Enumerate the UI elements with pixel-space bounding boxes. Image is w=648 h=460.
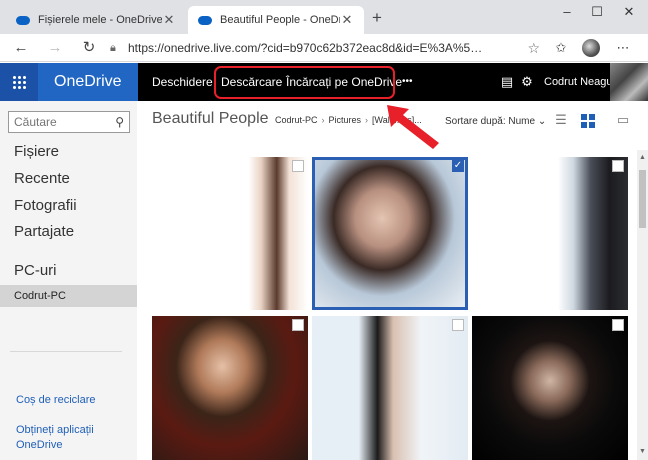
select-checkbox[interactable] (612, 319, 624, 331)
chat-icon[interactable]: ▤ (499, 74, 515, 90)
gear-icon[interactable]: ⚙ (519, 74, 535, 90)
onedrive-brand[interactable]: OneDrive (38, 63, 138, 101)
profile-avatar[interactable] (582, 39, 600, 57)
user-name[interactable]: Codrut Neagu (544, 63, 613, 101)
photo-thumbnail[interactable] (472, 157, 628, 310)
favorites-icon[interactable]: ✩ (552, 39, 570, 57)
sidebar-item-photos[interactable]: Fotografii (14, 197, 77, 214)
sidebar-item-files[interactable]: Fișiere (14, 143, 59, 160)
annotation-arrow-icon (387, 105, 439, 149)
refresh-icon[interactable]: ↻ (78, 37, 100, 59)
checkmark-icon[interactable]: ✓ (452, 160, 464, 172)
user-avatar[interactable] (610, 63, 648, 101)
tab-my-files[interactable]: Fișierele mele - OneDrive ✕ (6, 6, 186, 34)
scrollbar-thumb[interactable] (639, 170, 646, 228)
favorite-star-icon[interactable]: ☆ (520, 40, 540, 57)
photo-thumbnail[interactable] (472, 316, 628, 460)
address-bar-row: ← → ↻ 🔒︎ https://onedrive.live.com/?cid=… (0, 34, 648, 62)
photo-thumbnail[interactable] (152, 157, 308, 310)
photo-thumbnail[interactable] (312, 316, 468, 460)
close-icon[interactable]: ✕ (340, 12, 354, 28)
search-input[interactable] (14, 115, 116, 129)
open-button[interactable]: Deschidere (152, 63, 213, 101)
tab-title: Beautiful People - OneDrive (220, 14, 340, 26)
chevron-right-icon: › (321, 115, 325, 125)
sidebar-item-recent[interactable]: Recente (14, 170, 70, 187)
photo-thumbnail[interactable] (152, 316, 308, 460)
main-content: Beautiful People Codrut-PC›Pictures›[Wal… (137, 101, 648, 460)
app-launcher-icon[interactable] (0, 63, 38, 101)
list-view-icon[interactable]: ☰ (551, 110, 571, 130)
sidebar-divider (10, 351, 122, 352)
select-checkbox[interactable] (612, 160, 624, 172)
select-checkbox[interactable] (292, 319, 304, 331)
sort-label: Sortare după: Nume (445, 116, 536, 127)
maximize-button[interactable]: ☐ (582, 4, 612, 20)
sidebar-item-shared[interactable]: Partajate (14, 223, 74, 240)
new-tab-button[interactable]: + (372, 8, 382, 28)
get-apps-link[interactable]: Obțineți aplicații (16, 423, 94, 437)
close-icon[interactable]: ✕ (162, 12, 176, 28)
page-title: Beautiful People (152, 110, 269, 127)
lock-icon: 🔒︎ (110, 41, 116, 54)
back-arrow-icon[interactable]: ← (10, 37, 32, 59)
search-icon[interactable]: ⚲ (115, 115, 124, 129)
more-menu-icon[interactable]: ⋯ (614, 39, 632, 57)
close-window-button[interactable]: ✕ (614, 4, 644, 20)
scroll-up-icon[interactable]: ▲ (637, 152, 648, 163)
tab-beautiful-people[interactable]: Beautiful People - OneDrive ✕ (188, 6, 364, 34)
url-text: https://onedrive.live.com/?cid=b970c62b3… (128, 41, 483, 55)
more-commands-button[interactable]: ••• (402, 63, 413, 101)
chevron-right-icon: › (365, 115, 369, 125)
onedrive-cloud-icon (198, 15, 212, 25)
get-apps-link-line2[interactable]: OneDrive (16, 438, 62, 452)
breadcrumb-item[interactable]: Pictures (329, 115, 362, 125)
tiles-view-icon[interactable] (578, 110, 598, 130)
recycle-bin-link[interactable]: Coș de reciclare (16, 393, 95, 407)
sidebar: ⚲ Fișiere Recente Fotografii Partajate P… (0, 101, 137, 460)
breadcrumb-item[interactable]: Codrut-PC (275, 115, 318, 125)
search-box[interactable]: ⚲ (8, 111, 130, 133)
photo-thumbnail-selected[interactable]: ✓ (312, 157, 468, 310)
forward-arrow-icon[interactable]: → (44, 37, 66, 59)
url-field[interactable]: 🔒︎ https://onedrive.live.com/?cid=b970c6… (110, 37, 540, 59)
chevron-down-icon: ⌄ (537, 116, 547, 127)
onedrive-cloud-icon (16, 15, 30, 25)
sort-dropdown[interactable]: Sortare după: Nume ⌄ (445, 116, 546, 127)
details-pane-icon[interactable]: ▭ (613, 110, 633, 130)
annotation-highlight-box (214, 66, 395, 99)
tab-title: Fișierele mele - OneDrive (38, 14, 162, 26)
sidebar-heading-pcs[interactable]: PC-uri (14, 262, 57, 279)
scroll-down-icon[interactable]: ▼ (637, 446, 648, 457)
select-checkbox[interactable] (292, 160, 304, 172)
sidebar-item-codrut-pc[interactable]: Codrut-PC (0, 285, 137, 307)
browser-tab-strip: Fișierele mele - OneDrive ✕ Beautiful Pe… (0, 0, 648, 34)
minimize-button[interactable]: – (552, 4, 582, 19)
select-checkbox[interactable] (452, 319, 464, 331)
